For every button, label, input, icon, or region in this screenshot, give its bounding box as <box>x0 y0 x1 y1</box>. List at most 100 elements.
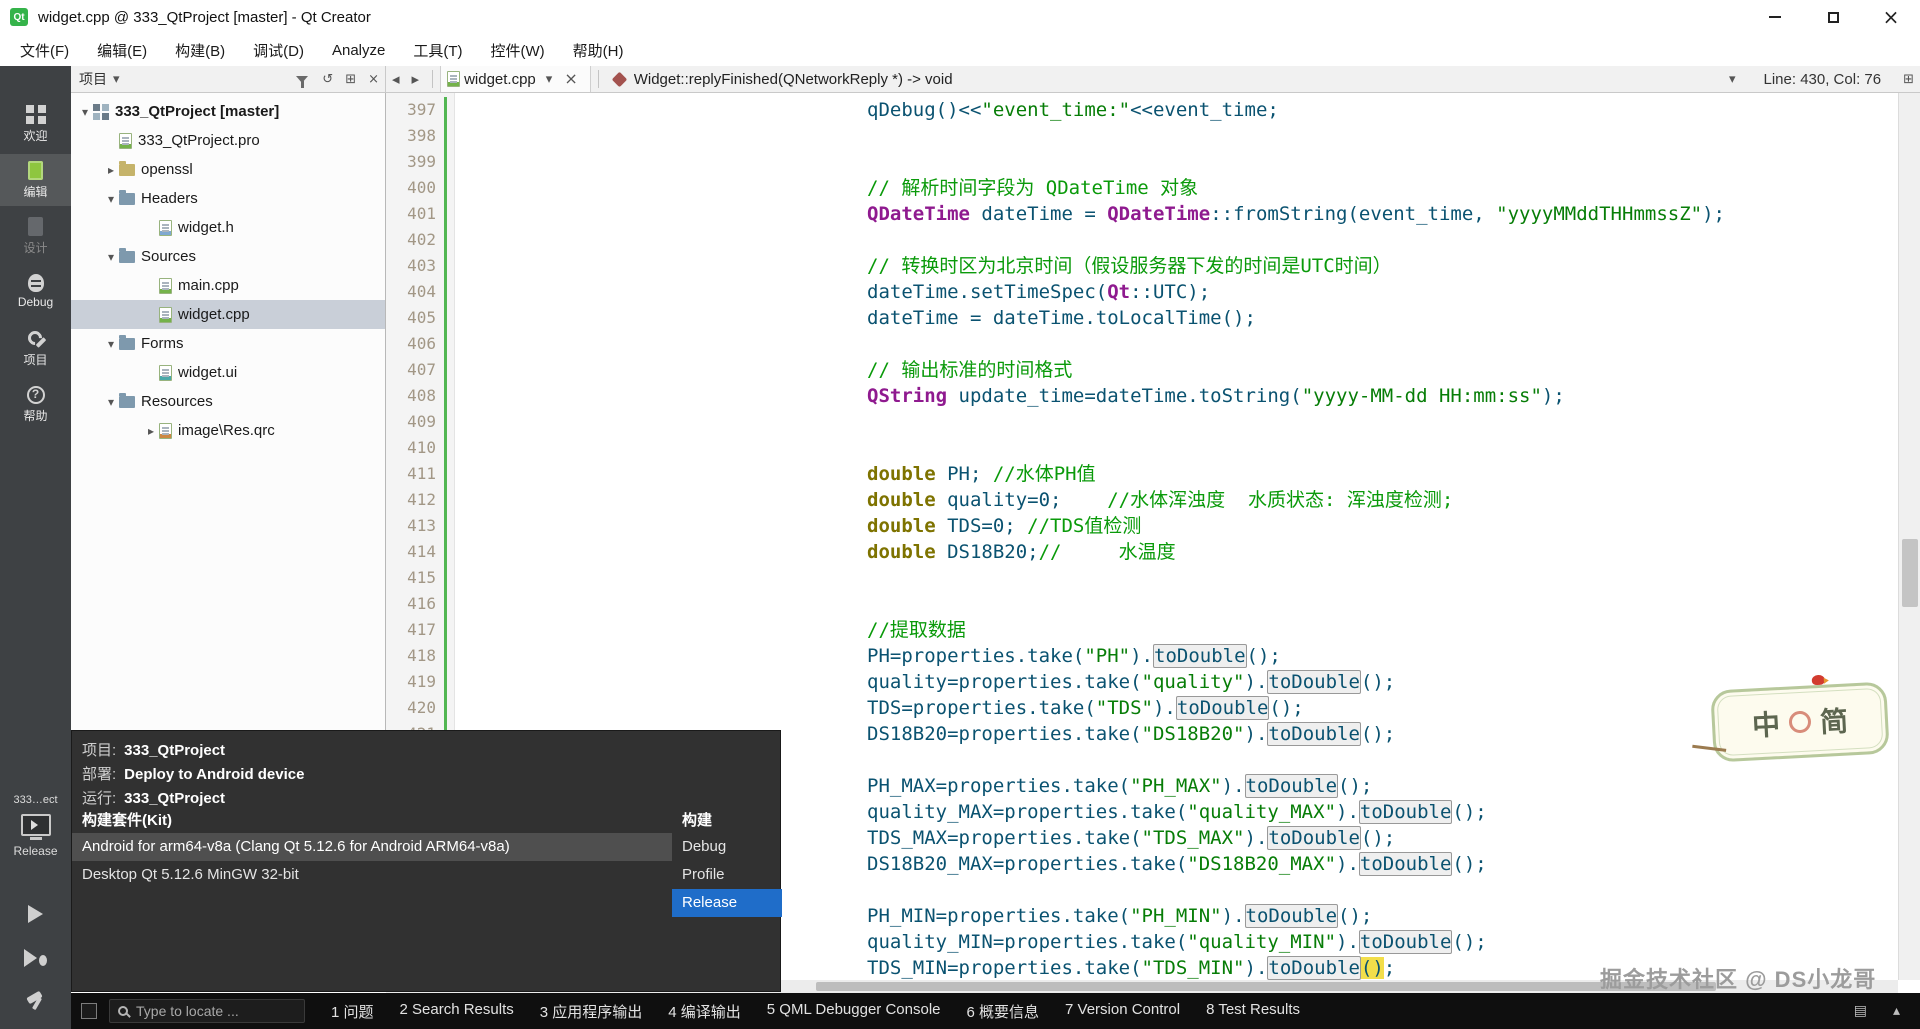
tree-item-forms[interactable]: Forms <box>71 329 385 358</box>
line-number[interactable]: 406 <box>386 331 444 357</box>
line-number[interactable]: 407 <box>386 357 444 383</box>
close-pane-icon[interactable] <box>362 73 385 86</box>
tree-item-openssl[interactable]: openssl <box>71 155 385 184</box>
code-line-398[interactable]: 398 <box>386 123 1898 149</box>
kit-option[interactable]: Desktop Qt 5.12.6 MinGW 32-bit <box>72 861 672 889</box>
build-config-release[interactable]: Release <box>672 889 782 917</box>
line-number[interactable]: 405 <box>386 305 444 331</box>
mode-welcome[interactable]: 欢迎 <box>0 98 71 150</box>
line-number[interactable]: 408 <box>386 383 444 409</box>
symbol-dropdown-icon[interactable] <box>1723 73 1742 86</box>
vertical-scrollbar[interactable] <box>1898 93 1920 980</box>
line-number[interactable]: 400 <box>386 175 444 201</box>
menu-item[interactable]: 帮助(H) <box>559 34 638 66</box>
code-line-407[interactable]: 407// 输出标准的时间格式 <box>386 357 1898 383</box>
line-number[interactable]: 417 <box>386 617 444 643</box>
tree-expand-icon[interactable] <box>103 250 119 264</box>
tree-expand-icon[interactable] <box>103 163 119 177</box>
code-line-417[interactable]: 417//提取数据 <box>386 617 1898 643</box>
code-line-408[interactable]: 408QString update_time=dateTime.toString… <box>386 383 1898 409</box>
code-line-413[interactable]: 413double TDS=0; //TDS值检测 <box>386 513 1898 539</box>
tree-item-resources[interactable]: Resources <box>71 387 385 416</box>
debug-run-button[interactable] <box>0 940 71 976</box>
sync-icon[interactable] <box>316 73 339 86</box>
line-number[interactable]: 404 <box>386 279 444 305</box>
line-number[interactable]: 418 <box>386 643 444 669</box>
code-line-401[interactable]: 401QDateTime dateTime = QDateTime::fromS… <box>386 201 1898 227</box>
code-line-406[interactable]: 406 <box>386 331 1898 357</box>
line-number[interactable]: 416 <box>386 591 444 617</box>
mode-projects[interactable]: 项目 <box>0 322 71 374</box>
code-line-409[interactable]: 409 <box>386 409 1898 435</box>
tree-item-image-res-qrc[interactable]: image\Res.qrc <box>71 416 385 445</box>
code-line-419[interactable]: 419quality=properties.take("quality").to… <box>386 669 1898 695</box>
menu-item[interactable]: 编辑(E) <box>83 34 161 66</box>
menu-item[interactable]: 控件(W) <box>477 34 559 66</box>
tree-item-333-qtproject-master[interactable]: 333_QtProject [master] <box>71 97 385 126</box>
output-panel-icon[interactable] <box>1848 1004 1873 1018</box>
tree-item-widget-cpp[interactable]: widget.cpp <box>71 300 385 329</box>
code-line-399[interactable]: 399 <box>386 149 1898 175</box>
locator[interactable] <box>109 999 305 1023</box>
menu-item[interactable]: 调试(D) <box>239 34 318 66</box>
kit-option[interactable]: Android for arm64-v8a (Clang Qt 5.12.6 f… <box>72 833 672 861</box>
minimize-button[interactable] <box>1746 0 1804 34</box>
code-line-414[interactable]: 414double DS18B20;// 水温度 <box>386 539 1898 565</box>
build-config-profile[interactable]: Profile <box>672 861 782 889</box>
output-pane-button[interactable]: 1 问题 <box>331 1001 374 1022</box>
code-line-405[interactable]: 405dateTime = dateTime.toLocalTime(); <box>386 305 1898 331</box>
open-document-tab[interactable]: widget.cpp <box>440 66 591 92</box>
tree-expand-icon[interactable] <box>103 395 119 409</box>
line-number[interactable]: 403 <box>386 253 444 279</box>
line-number[interactable]: 420 <box>386 695 444 721</box>
output-pane-button[interactable]: 2 Search Results <box>400 1001 514 1022</box>
run-button[interactable] <box>0 896 71 932</box>
line-number[interactable]: 412 <box>386 487 444 513</box>
menu-item[interactable]: 构建(B) <box>161 34 239 66</box>
line-number[interactable]: 402 <box>386 227 444 253</box>
close-button[interactable] <box>1862 0 1920 34</box>
menu-item[interactable]: Analyze <box>318 34 399 66</box>
vertical-scrollbar-thumb[interactable] <box>1902 539 1918 607</box>
code-line-420[interactable]: 420TDS=properties.take("TDS").toDouble()… <box>386 695 1898 721</box>
mode-edit[interactable]: 编辑 <box>0 154 71 206</box>
output-pane-button[interactable]: 3 应用程序输出 <box>540 1001 643 1022</box>
close-document-icon[interactable] <box>558 71 583 87</box>
tree-item-sources[interactable]: Sources <box>71 242 385 271</box>
line-number[interactable]: 401 <box>386 201 444 227</box>
code-line-403[interactable]: 403// 转换时区为北京时间（假设服务器下发的时间是UTC时间） <box>386 253 1898 279</box>
kit-selector[interactable]: 333…ect Release <box>0 794 71 858</box>
locator-input[interactable] <box>136 1003 286 1019</box>
line-number[interactable]: 411 <box>386 461 444 487</box>
symbol-selector[interactable]: Widget::replyFinished(QNetworkReply *) -… <box>634 71 1723 88</box>
expand-output-icon[interactable] <box>1887 1004 1906 1018</box>
output-pane-button[interactable]: 5 QML Debugger Console <box>767 1001 941 1022</box>
output-pane-button[interactable]: 8 Test Results <box>1206 1001 1300 1022</box>
line-number[interactable]: 399 <box>386 149 444 175</box>
tree-item-main-cpp[interactable]: main.cpp <box>71 271 385 300</box>
line-number[interactable]: 413 <box>386 513 444 539</box>
tree-item-widget-ui[interactable]: widget.ui <box>71 358 385 387</box>
split-pane-icon[interactable] <box>339 73 362 86</box>
code-line-412[interactable]: 412double quality=0; //水体浑浊度 水质状态: 浑浊度检测… <box>386 487 1898 513</box>
line-number[interactable]: 414 <box>386 539 444 565</box>
forward-icon[interactable] <box>406 72 426 87</box>
build-config-debug[interactable]: Debug <box>672 833 782 861</box>
menu-item[interactable]: 工具(T) <box>399 34 476 66</box>
tree-item-333-qtproject-pro[interactable]: 333_QtProject.pro <box>71 126 385 155</box>
output-pane-button[interactable]: 7 Version Control <box>1065 1001 1180 1022</box>
output-pane-button[interactable]: 4 编译输出 <box>668 1001 741 1022</box>
horizontal-scrollbar-thumb[interactable] <box>816 982 1716 991</box>
line-number[interactable]: 397 <box>386 97 444 123</box>
split-editor-icon[interactable] <box>1897 73 1920 86</box>
tree-expand-icon[interactable] <box>103 192 119 206</box>
back-icon[interactable] <box>386 72 406 87</box>
code-line-397[interactable]: 397qDebug()<<"event_time:"<<event_time; <box>386 97 1898 123</box>
pane-selector-chevron-down-icon[interactable] <box>107 73 126 86</box>
code-line-415[interactable]: 415 <box>386 565 1898 591</box>
tree-expand-icon[interactable] <box>77 105 93 119</box>
maximize-button[interactable] <box>1804 0 1862 34</box>
build-button[interactable] <box>0 984 71 1020</box>
tree-expand-icon[interactable] <box>143 424 159 438</box>
tree-item-widget-h[interactable]: widget.h <box>71 213 385 242</box>
